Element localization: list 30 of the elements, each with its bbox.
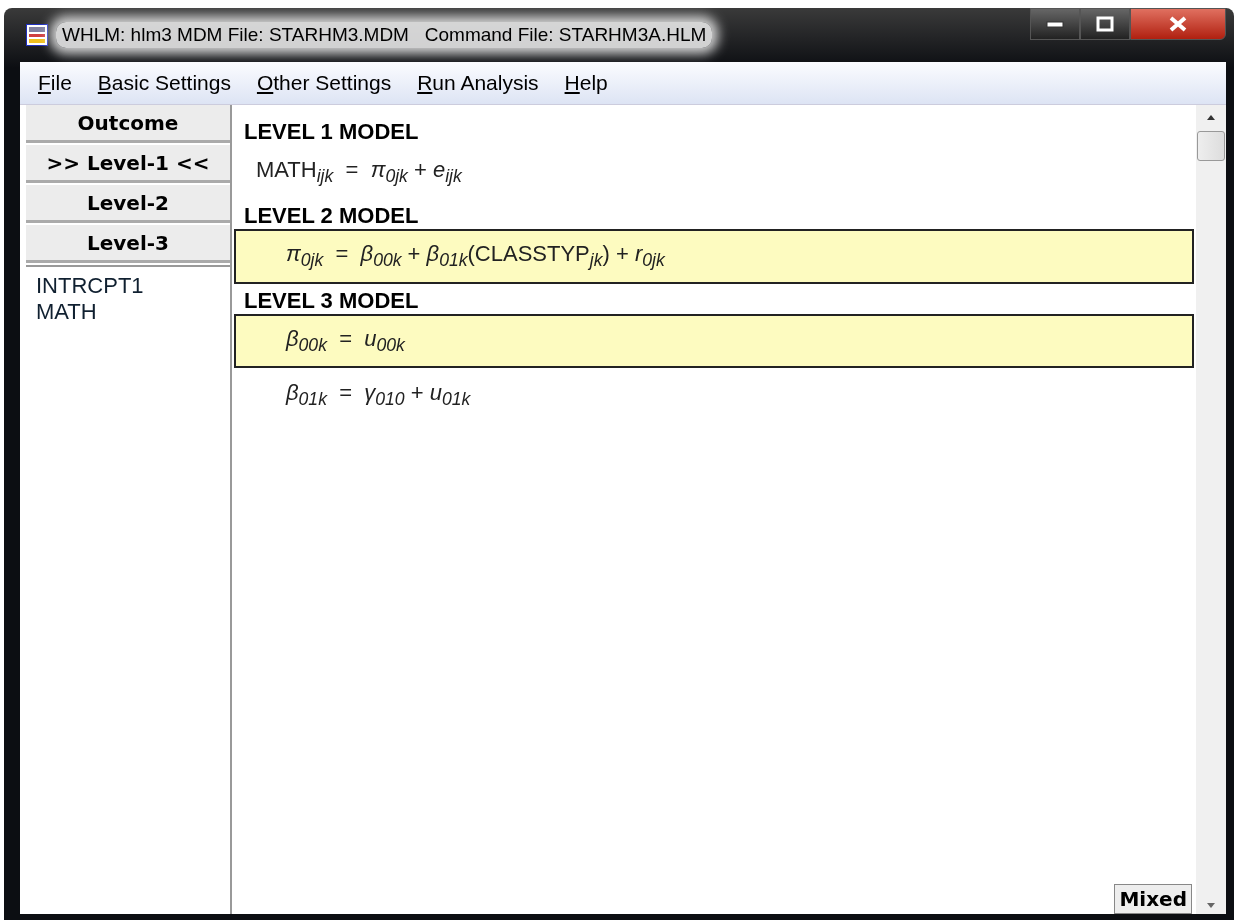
scroll-thumb[interactable] — [1197, 131, 1225, 161]
app-logo-icon — [26, 24, 48, 46]
section-heading: LEVEL 3 MODEL — [244, 287, 419, 314]
equation[interactable]: π$_{0jk}$ = β$_{00k}$ + β$_{01k}$(CLASSTYP$_{jk}$) + r$_{0jk}$ — [234, 229, 1194, 284]
level-button[interactable]: Level-3 — [26, 225, 230, 263]
menu-item[interactable]: Other Settings — [256, 71, 392, 95]
equation[interactable]: MATH$_{ijk}$ = π$_{0jk}$ + e$_{ijk}$ — [234, 145, 1194, 200]
scroll-up-icon — [1206, 113, 1216, 121]
variable-item[interactable]: INTRCPT1 — [36, 273, 144, 299]
scroll-down-icon — [1206, 902, 1216, 910]
maximize-button[interactable] — [1080, 8, 1130, 40]
close-button[interactable] — [1130, 8, 1226, 40]
maximize-icon — [1096, 16, 1114, 32]
window-title: WHLM: hlm3 MDM File: STARHM3.MDM Command File: STARHM3A.HLM — [56, 22, 713, 48]
menu-item[interactable]: Help — [564, 71, 608, 95]
level-button[interactable]: Outcome — [26, 105, 230, 143]
menu-item[interactable]: File — [38, 71, 72, 95]
minimize-icon — [1046, 20, 1064, 28]
variable-item[interactable]: MATH — [36, 299, 97, 325]
menu-item[interactable]: Basic Settings — [97, 71, 231, 95]
equation[interactable]: β$_{01k}$ = γ$_{010}$ + u$_{01k}$ — [234, 368, 1194, 423]
menu-item[interactable]: Run Analysis — [417, 71, 539, 95]
level-button[interactable]: >> Level-1 << — [26, 145, 230, 183]
section-heading: LEVEL 1 MODEL — [244, 119, 419, 145]
section-heading: LEVEL 2 MODEL — [244, 203, 419, 230]
equation[interactable]: β$_{00k}$ = u$_{00k}$ — [234, 313, 1194, 369]
minimize-button[interactable] — [1030, 8, 1080, 40]
mixed-button[interactable]: Mixed — [1114, 884, 1192, 914]
level-button[interactable]: Level-2 — [26, 185, 230, 223]
close-icon — [1168, 16, 1188, 32]
